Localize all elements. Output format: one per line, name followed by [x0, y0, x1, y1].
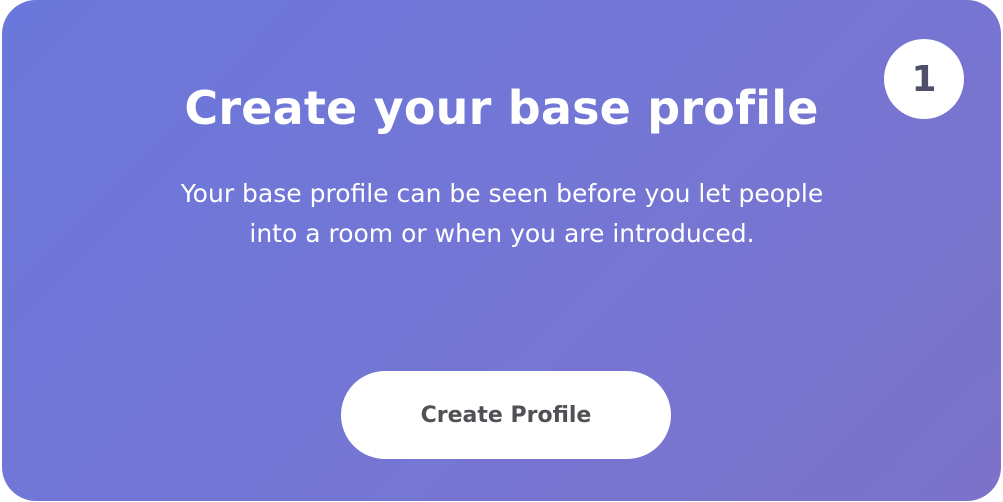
card-description: Your base profile can be seen before you… — [180, 179, 824, 248]
create-profile-button[interactable]: Create Profile — [341, 371, 671, 459]
card-title: Create your base profile — [184, 81, 819, 135]
onboarding-card: 1 Create your base profile Your base pro… — [2, 0, 1001, 501]
create-profile-button-label: Create Profile — [420, 402, 592, 428]
